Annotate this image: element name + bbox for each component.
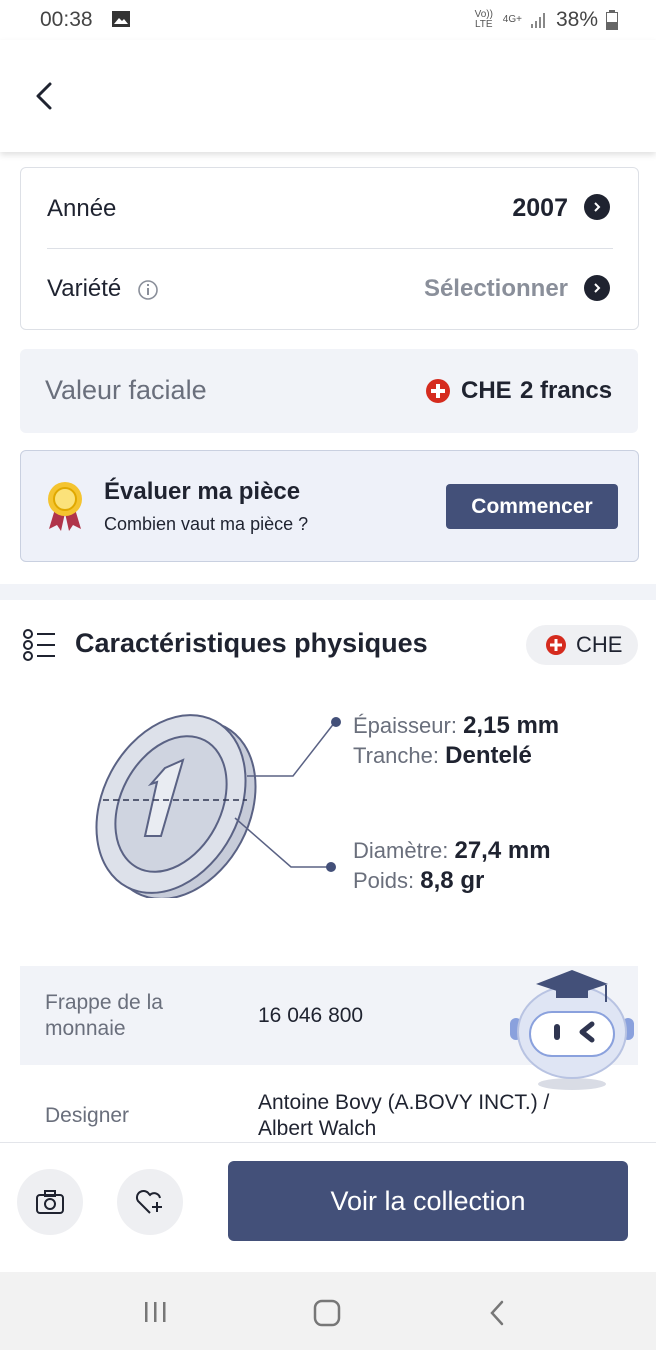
camera-icon [36,1190,64,1214]
recent-apps-icon[interactable] [142,1300,170,1324]
diameter-value: 27,4 mm [454,837,551,864]
physical-section-title: Caractéristiques physiques [75,628,428,658]
thickness-value: 2,15 mm [463,712,560,739]
country-pill[interactable]: CHE [526,625,638,665]
gallery-notification-icon [112,11,130,27]
chevron-left-icon [36,82,52,110]
edge-label: Tranche: [353,743,440,768]
system-back-icon[interactable] [486,1299,510,1327]
designer-value: Antoine Bovy (A.BOVY INCT.) / Albert Wal… [258,1091,550,1140]
edge-spec: Tranche: Dentelé [353,742,532,770]
swiss-flag-icon [426,379,450,403]
weight-label: Poids: [353,868,415,893]
network-type-indicator: 4G+ [502,14,522,25]
variety-row[interactable]: Variété Sélectionner [21,249,638,329]
assistant-robot-icon[interactable] [508,966,636,1094]
system-navigation-bar [0,1272,656,1350]
designer-label: Designer [45,1104,130,1127]
signal-icon [530,13,545,28]
list-icon [23,629,55,661]
facial-amount: 2 francs [520,377,613,404]
thickness-label: Épaisseur: [353,713,457,738]
status-time: 00:38 [40,8,93,31]
evaluate-coin-banner: Évaluer ma pièce Combien vaut ma pièce ?… [20,450,639,562]
variety-label: Variété [47,275,122,302]
diameter-label: Diamètre: [353,838,449,863]
diameter-spec: Diamètre: 27,4 mm [353,837,551,865]
coin-illustration [95,714,341,898]
info-icon[interactable] [137,279,159,301]
back-button[interactable] [28,78,64,114]
view-collection-button[interactable]: Voir la collection [228,1161,628,1241]
battery-percent: 38% [555,8,598,31]
facial-country: CHE [461,377,512,404]
country-pill-label: CHE [576,632,623,657]
thickness-spec: Épaisseur: 2,15 mm [353,712,559,740]
weight-spec: Poids: 8,8 gr [353,867,484,895]
swiss-flag-icon [546,635,566,655]
camera-button[interactable] [17,1169,83,1235]
year-value: 2007 [512,194,568,222]
bottom-action-bar: Voir la collection [0,1142,656,1273]
chevron-right-icon [584,194,610,220]
facial-value-card: Valeur faciale CHE 2 francs [20,349,638,433]
coin-details-card: Année 2007 Variété Sélectionner [20,167,639,330]
mintage-label: Frappe de la monnaie [45,991,163,1040]
evaluate-subtitle: Combien vaut ma pièce ? [104,514,309,534]
start-evaluation-button[interactable]: Commencer [446,484,618,529]
battery-icon [606,10,618,30]
edge-value: Dentelé [445,742,532,769]
add-favorite-button[interactable] [117,1169,183,1235]
status-bar: 00:38 Vo)) LTE 4G+ 38% [0,0,656,40]
variety-select: Sélectionner [423,275,568,302]
award-medal-icon [48,482,82,531]
year-label: Année [47,195,117,222]
evaluate-title: Évaluer ma pièce [104,478,301,505]
mintage-value: 16 046 800 [258,1004,364,1027]
heart-plus-icon [135,1189,162,1214]
volte-indicator: Vo)) LTE [474,9,493,30]
section-separator [0,584,656,600]
facial-value-label: Valeur faciale [45,375,207,405]
chevron-right-icon [584,275,610,301]
year-row[interactable]: Année 2007 [21,168,638,248]
home-icon[interactable] [313,1299,341,1327]
app-header [0,40,656,152]
weight-value: 8,8 gr [420,867,485,894]
status-indicators: Vo)) LTE 4G+ 38% [473,8,618,32]
